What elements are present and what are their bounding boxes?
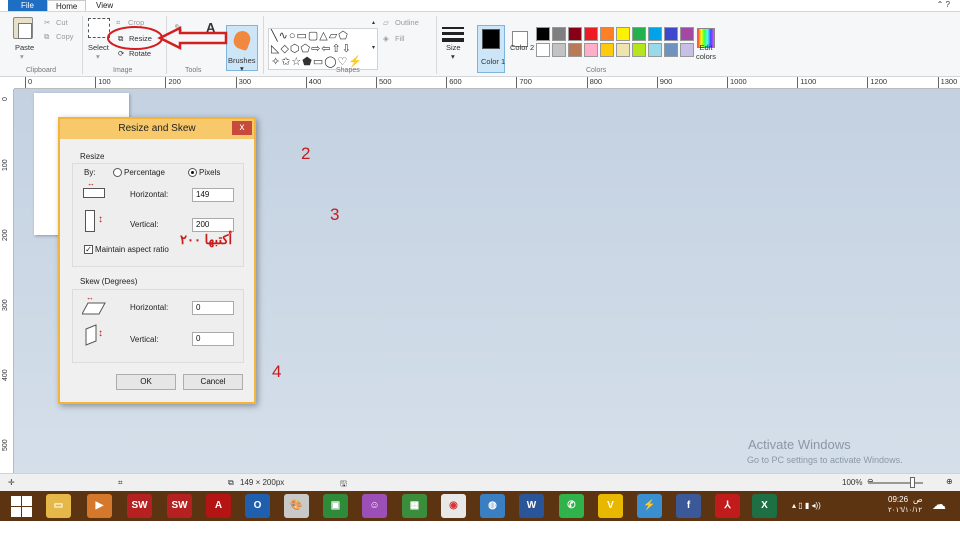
cursor-position-icon: ⌗ [118, 478, 123, 487]
activate-windows-title: Activate Windows [748, 437, 851, 452]
vertical-ruler: 0 100 200 300 400 500 [0, 89, 14, 473]
status-bar: ✛ ⌗ ⧉ 149 × 200px 🖫 100% ⊖ ⊕ [0, 473, 960, 491]
ruler-tick-label: 0 [25, 77, 32, 88]
ruler-tick-label: 500 [376, 77, 392, 88]
ruler-tick-label: 100 [95, 77, 111, 88]
cloud-icon[interactable]: ☁ [932, 496, 946, 513]
system-tray-icons[interactable]: ▴ ▯ ▮ ◂)) [792, 501, 821, 510]
viber-icon[interactable]: V [598, 494, 623, 518]
vertical-resize-icon: ↕ [85, 210, 107, 232]
selection-size-icon: ⧉ [228, 478, 234, 487]
ruler-tick-label: 200 [2, 229, 9, 241]
ruler-tick-label: 500 [2, 439, 9, 451]
word-icon[interactable]: W [519, 494, 544, 518]
calculator-icon[interactable]: ▦ [402, 494, 427, 518]
annotation-circle-resize [107, 26, 163, 50]
store-icon[interactable]: ▣ [323, 494, 348, 518]
maintain-aspect-label: Maintain aspect ratio [95, 245, 169, 254]
media-player-icon[interactable]: ▶ [87, 494, 112, 518]
skew-vertical-label: Vertical: [130, 335, 159, 344]
resize-horizontal-label: Horizontal: [130, 190, 169, 199]
file-explorer-icon[interactable]: ▭ [46, 494, 71, 518]
outlook-icon[interactable]: O [245, 494, 270, 518]
ruler-tick-label: 100 [2, 159, 9, 171]
ruler-tick-label: 0 [2, 97, 9, 101]
game-icon[interactable]: ☺ [362, 494, 387, 518]
resize-horizontal-input[interactable]: 149 [192, 188, 234, 202]
resize-vertical-input[interactable]: 200 [192, 218, 234, 232]
speedtest-icon[interactable]: ⚡ [637, 494, 662, 518]
skew-legend: Skew (Degrees) [80, 277, 138, 286]
dialog-close-button[interactable]: x [232, 121, 252, 135]
percentage-radio[interactable] [113, 168, 122, 177]
pixels-label: Pixels [199, 168, 221, 177]
ruler-tick-label: 1200 [867, 77, 887, 88]
zoom-in-icon[interactable]: ⊕ [946, 477, 953, 486]
whatsapp-icon[interactable]: ✆ [559, 494, 584, 518]
solidworks-icon[interactable]: SW [127, 494, 152, 518]
solidworks-2016-icon[interactable]: SW [167, 494, 192, 518]
facebook-icon[interactable]: f [676, 494, 701, 518]
move-icon: ✛ [8, 478, 15, 487]
cancel-button[interactable]: Cancel [183, 374, 243, 390]
browser-icon[interactable]: ◍ [480, 494, 505, 518]
annotation-number-3: 3 [330, 205, 340, 224]
percentage-label: Percentage [124, 168, 165, 177]
start-button[interactable] [10, 495, 32, 517]
ruler-tick-label: 200 [165, 77, 181, 88]
autocad-icon[interactable]: A [206, 494, 231, 518]
annotation-arrow-1 [157, 25, 228, 51]
ruler-tick-label: 800 [586, 77, 602, 88]
image-size-readout: 149 × 200px [240, 478, 285, 487]
resize-vertical-label: Vertical: [130, 220, 159, 229]
acrobat-icon[interactable]: ⅄ [715, 494, 740, 518]
clock-date: ٢٠١٦/١٠/١٢ [888, 507, 922, 514]
annotation-number-2: 2 [301, 144, 311, 163]
pixels-radio[interactable] [188, 168, 197, 177]
clock-time: 09:26 [888, 495, 909, 504]
ruler-tick-label: 600 [446, 77, 462, 88]
taskbar: ▭ ▶ SW SW A O 🎨 ▣ ☺ ▦ ◉ ◍ W ✆ V ⚡ f ⅄ X … [0, 491, 960, 521]
ruler-tick-label: 400 [305, 77, 321, 88]
resize-by-label: By: [84, 168, 96, 177]
ruler-tick-label: 1100 [797, 77, 816, 88]
annotation-arabic-note: أكتبها ٢٠٠ [180, 232, 233, 247]
activate-windows-subtitle: Go to PC settings to activate Windows. [747, 455, 903, 465]
bottom-margin [0, 521, 960, 540]
horizontal-ruler: 0 100 200 300 400 500 600 700 800 900 1000 1100 1200… [14, 77, 960, 89]
zoom-slider-thumb[interactable] [910, 477, 915, 488]
ruler-tick-label: 900 [656, 77, 672, 88]
ok-button[interactable]: OK [116, 374, 176, 390]
excel-icon[interactable]: X [752, 494, 777, 518]
skew-horizontal-input[interactable]: 0 [192, 301, 234, 315]
paint-icon[interactable]: 🎨 [284, 494, 309, 518]
horizontal-resize-icon: ↔ [83, 179, 105, 199]
zoom-level: 100% [842, 478, 863, 487]
file-size-icon: 🖫 [340, 479, 347, 488]
ruler-tick-label: 1000 [727, 77, 747, 88]
ruler-tick-label: 700 [516, 77, 532, 88]
dialog-title: Resize and Skew [60, 119, 254, 139]
maintain-aspect-checkbox[interactable]: ✓ [84, 245, 93, 254]
ruler-tick-label: 400 [2, 369, 9, 381]
clock-ampm: ص [913, 495, 923, 504]
horizontal-skew-icon: ↔ [82, 293, 106, 315]
skew-vertical-input[interactable]: 0 [192, 332, 234, 346]
annotation-number-4: 4 [272, 362, 282, 381]
ruler-tick-label: 1300 [937, 77, 957, 88]
ruler-tick-label: 300 [2, 299, 9, 311]
resize-skew-dialog: Resize and Skew x Resize By: Percentage … [58, 117, 256, 404]
resize-legend: Resize [80, 152, 105, 161]
vertical-skew-icon: ↕ [85, 324, 107, 346]
chrome-icon[interactable]: ◉ [441, 494, 466, 518]
skew-horizontal-label: Horizontal: [130, 303, 169, 312]
ruler-tick-label: 300 [235, 77, 251, 88]
